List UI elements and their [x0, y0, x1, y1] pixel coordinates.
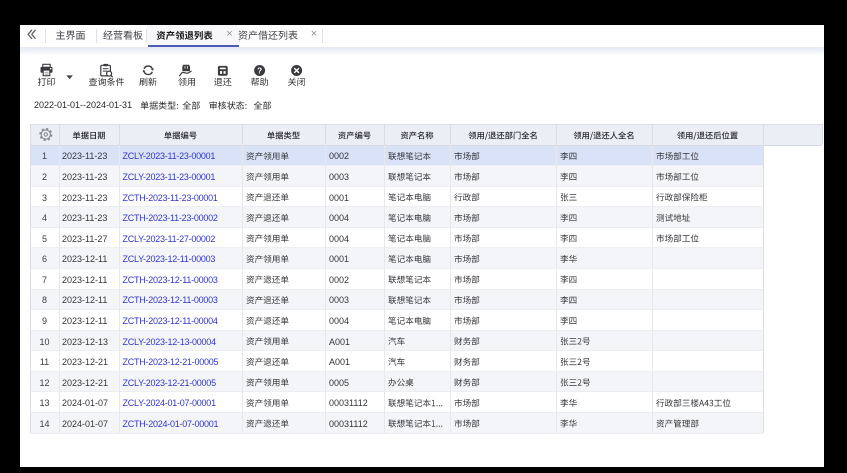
svg-text:?: ?	[257, 67, 262, 76]
